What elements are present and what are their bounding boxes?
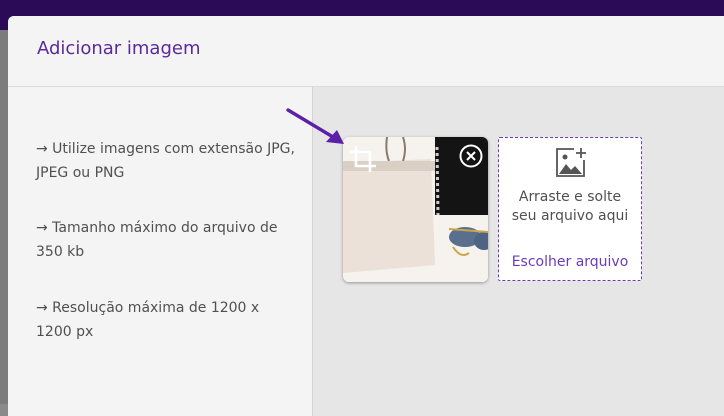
crop-image-button[interactable]: [347, 143, 379, 175]
add-image-dialog: Adicionar imagem → Utilize imagens com e…: [8, 16, 724, 416]
uploaded-image-thumbnail[interactable]: [343, 137, 488, 282]
dialog-header: Adicionar imagem: [8, 16, 724, 87]
file-dropzone[interactable]: Arraste e solte seu arquivo aqui Escolhe…: [498, 137, 642, 281]
upload-area: Arraste e solte seu arquivo aqui Escolhe…: [313, 87, 724, 416]
dialog-title: Adicionar imagem: [37, 38, 201, 59]
add-image-icon: [556, 148, 586, 177]
remove-image-button[interactable]: [458, 143, 484, 169]
instruction-max-resolution: → Resolução máxima de 1200 x 1200 px: [36, 300, 260, 340]
pointer-arrow: [286, 108, 344, 144]
crop-icon: [350, 146, 376, 172]
instruction-file-types: → Utilize imagens com extensão JPG, JPEG…: [36, 141, 295, 181]
upload-instructions-panel: → Utilize imagens com extensão JPG, JPEG…: [8, 87, 313, 416]
instruction-max-size: → Tamanho máximo do arquivo de 350 kb: [36, 220, 278, 260]
modal-backdrop: [0, 30, 8, 404]
close-circle-icon: [459, 144, 483, 168]
dropzone-instructions: Arraste e solte seu arquivo aqui: [511, 189, 629, 224]
choose-file-link[interactable]: Escolher arquivo: [499, 254, 641, 270]
